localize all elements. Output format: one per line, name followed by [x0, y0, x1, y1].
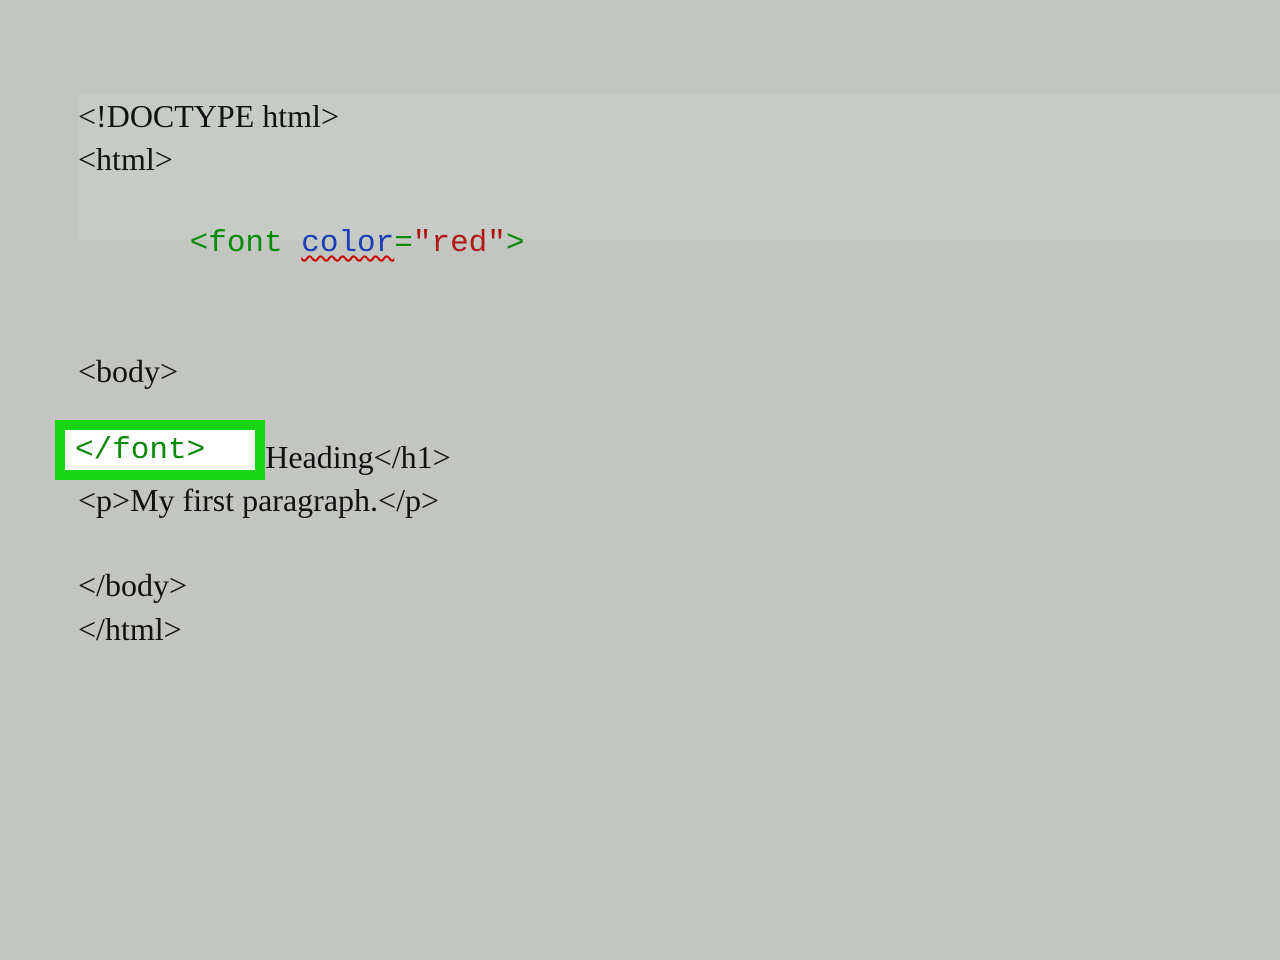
- blank-line: [78, 307, 1280, 350]
- highlight-annotation: </font>: [55, 420, 265, 480]
- font-tag-open: <font: [190, 226, 302, 261]
- font-eq: =: [394, 226, 413, 261]
- code-line-html-close: </html>: [78, 608, 1280, 651]
- code-editor[interactable]: <!DOCTYPE html> <html> <font color="red"…: [78, 95, 1280, 651]
- code-line-doctype: <!DOCTYPE html>: [78, 95, 1280, 138]
- font-attr-color: color: [301, 226, 394, 261]
- code-line-p: <p>My first paragraph.</p>: [78, 479, 1280, 522]
- font-val-red: "red": [413, 226, 506, 261]
- code-line-body-open: <body>: [78, 350, 1280, 393]
- font-close-bracket: >: [506, 226, 525, 261]
- code-line-body-close: </body>: [78, 564, 1280, 607]
- code-line-html-open: <html>: [78, 138, 1280, 181]
- highlight-text: </font>: [75, 433, 205, 468]
- code-line-font-open: <font color="red">: [78, 181, 1280, 307]
